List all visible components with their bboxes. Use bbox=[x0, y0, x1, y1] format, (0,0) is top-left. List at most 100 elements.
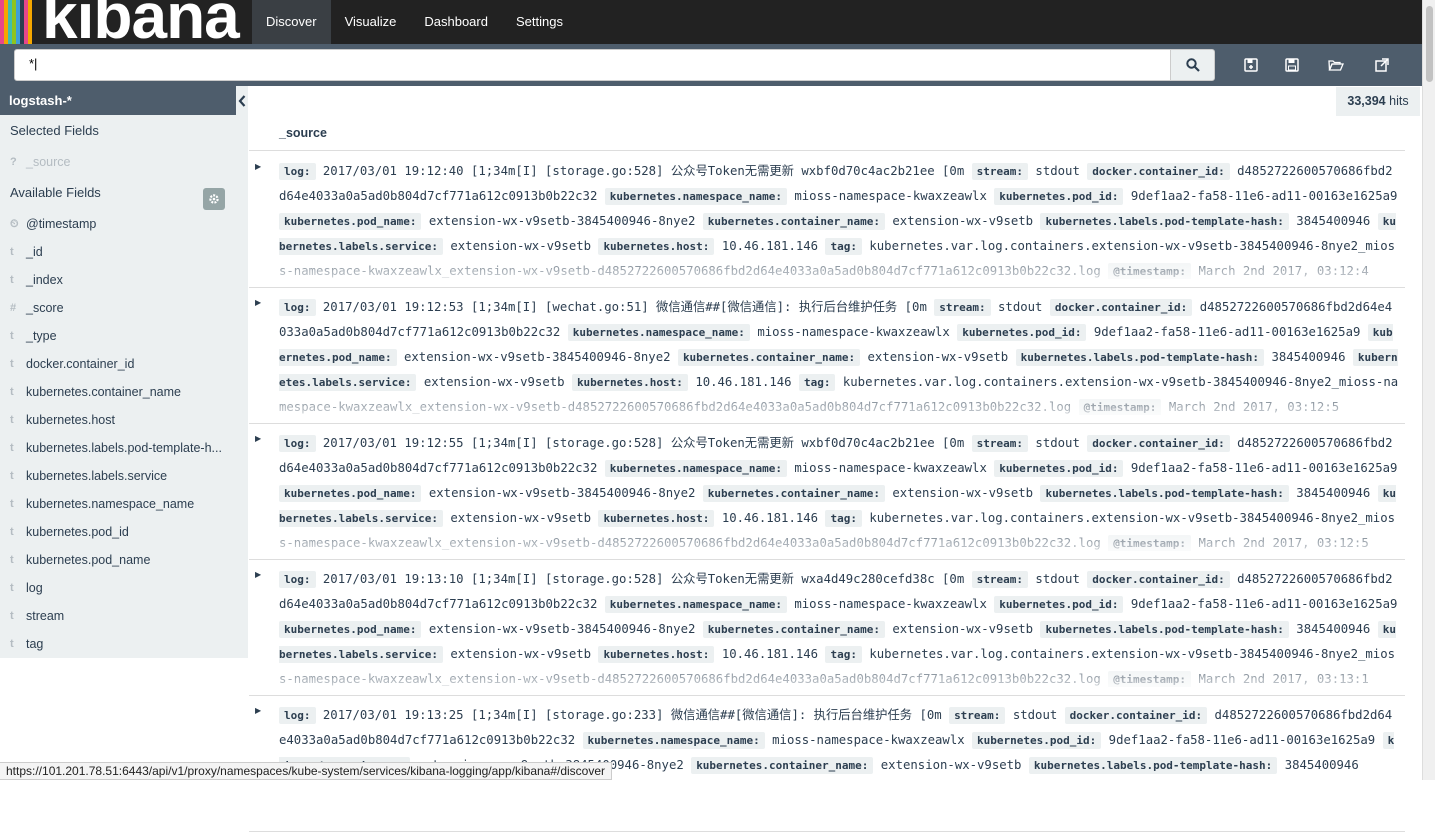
expand-row-icon[interactable]: ▶ bbox=[255, 570, 261, 579]
source-value: 3845400946 bbox=[1296, 214, 1371, 228]
field-type-icon: t bbox=[10, 610, 14, 622]
field-item[interactable]: t kubernetes.labels.service bbox=[10, 466, 167, 486]
tab-settings[interactable]: Settings bbox=[502, 0, 577, 44]
field-type-icon: t bbox=[10, 582, 14, 594]
source-key: log: bbox=[279, 571, 316, 588]
field-type-icon: t bbox=[10, 470, 14, 482]
source-key: docker.container_id: bbox=[1064, 707, 1208, 724]
tab-dashboard[interactable]: Dashboard bbox=[410, 0, 502, 44]
source-value: extension-wx-v9setb-3845400946-8nye2 bbox=[428, 214, 696, 228]
tab-discover[interactable]: Discover bbox=[252, 0, 331, 44]
search-bar: *| bbox=[0, 44, 1422, 86]
scrollbar-thumb[interactable] bbox=[1426, 6, 1433, 82]
source-key: docker.container_id: bbox=[1087, 163, 1230, 180]
save-search-icon bbox=[1285, 58, 1299, 72]
field-type-icon: t bbox=[10, 274, 14, 286]
share-button[interactable] bbox=[1373, 56, 1391, 74]
source-value: 9def1aa2-fa58-11e6-ad11-00163e1625a9 bbox=[1130, 461, 1398, 475]
field-item[interactable]: t stream bbox=[10, 606, 64, 626]
source-key: stream: bbox=[934, 299, 991, 316]
source-value: stdout bbox=[1035, 164, 1080, 178]
source-value: 10.46.181.146 bbox=[721, 511, 819, 525]
expand-row-icon[interactable]: ▶ bbox=[255, 298, 261, 307]
index-pattern-selector[interactable]: logstash-* bbox=[0, 86, 236, 115]
expand-row-icon[interactable]: ▶ bbox=[255, 434, 261, 443]
source-key: docker.container_id: bbox=[1087, 571, 1230, 588]
field-item[interactable]: t kubernetes.host bbox=[10, 410, 115, 430]
page-scrollbar[interactable] bbox=[1422, 0, 1435, 780]
field-name: kubernetes.pod_id bbox=[26, 525, 129, 539]
field-item[interactable]: t kubernetes.pod_name bbox=[10, 550, 150, 570]
search-input[interactable]: *| bbox=[14, 49, 1171, 81]
field-item[interactable]: t docker.container_id bbox=[10, 354, 134, 374]
source-key: tag: bbox=[825, 646, 862, 663]
field-type-icon: t bbox=[10, 386, 14, 398]
gear-icon bbox=[209, 194, 219, 204]
source-key: kubernetes.pod_id: bbox=[972, 732, 1102, 749]
field-name: docker.container_id bbox=[26, 357, 135, 371]
source-key: stream: bbox=[971, 163, 1029, 180]
field-item[interactable]: # _score bbox=[10, 298, 64, 318]
expand-row-icon[interactable]: ▶ bbox=[255, 162, 261, 171]
source-value: extension-wx-v9setb bbox=[450, 647, 592, 661]
source-value: 9def1aa2-fa58-11e6-ad11-00163e1625a9 bbox=[1130, 597, 1398, 611]
source-key: kubernetes.host: bbox=[598, 238, 715, 255]
source-key: kubernetes.container_name: bbox=[702, 621, 885, 638]
search-icon bbox=[1185, 58, 1200, 72]
source-key: tag: bbox=[798, 374, 836, 391]
logo-wordmark: kibana bbox=[42, 0, 240, 44]
source-value: mioss-namespace-kwaxzeawlx bbox=[794, 189, 987, 203]
field-item[interactable]: t _type bbox=[10, 326, 57, 346]
field-item[interactable]: t _index bbox=[10, 270, 63, 290]
field-name: tag bbox=[26, 637, 44, 651]
source-value: 2017/03/01 19:12:40 [1;34m[I] [storage.g… bbox=[322, 164, 965, 178]
source-key: kubernetes.pod_name: bbox=[279, 213, 422, 230]
field-item[interactable]: t kubernetes.container_name bbox=[10, 382, 181, 402]
field-item[interactable]: t tag bbox=[10, 634, 43, 654]
collapse-sidebar-button[interactable] bbox=[236, 86, 248, 115]
source-field[interactable]: ? _source bbox=[10, 152, 70, 172]
truncate-fade bbox=[249, 669, 1405, 695]
field-sidebar: logstash-* Selected Fields ? _source Ava… bbox=[0, 86, 248, 658]
save-search-button[interactable] bbox=[1283, 56, 1301, 74]
field-item[interactable]: ⏲ @timestamp bbox=[10, 214, 96, 234]
source-value: 2017/03/01 19:13:25 [1;34m[I] [storage.g… bbox=[322, 708, 942, 722]
field-item[interactable]: t _id bbox=[10, 242, 43, 262]
field-type-icon: t bbox=[10, 414, 14, 426]
field-type-icon: t bbox=[10, 330, 14, 342]
field-name: kubernetes.container_name bbox=[26, 385, 181, 399]
source-key: docker.container_id: bbox=[1087, 435, 1230, 452]
field-item[interactable]: t kubernetes.pod_id bbox=[10, 522, 129, 542]
field-item[interactable]: t kubernetes.namespace_name bbox=[10, 494, 194, 514]
source-value: extension-wx-v9setb-3845400946-8nye2 bbox=[428, 622, 696, 636]
truncate-fade bbox=[249, 261, 1405, 287]
source-value: 9def1aa2-fa58-11e6-ad11-00163e1625a9 bbox=[1108, 733, 1376, 747]
source-key: kubernetes.namespace_name: bbox=[582, 732, 765, 749]
source-value: mioss-namespace-kwaxzeawlx bbox=[757, 325, 950, 339]
field-type-icon: t bbox=[10, 442, 14, 454]
source-value: 9def1aa2-fa58-11e6-ad11-00163e1625a9 bbox=[1093, 325, 1361, 339]
top-navbar: kibana Discover Visualize Dashboard Sett… bbox=[0, 0, 1422, 44]
field-name: _index bbox=[26, 273, 63, 287]
field-item[interactable]: t kubernetes.labels.pod-template-h... bbox=[10, 438, 222, 458]
source-value: extension-wx-v9setb bbox=[880, 758, 1022, 772]
source-key: docker.container_id: bbox=[1049, 299, 1193, 316]
expand-row-icon[interactable]: ▶ bbox=[255, 706, 261, 715]
open-search-button[interactable] bbox=[1327, 56, 1345, 74]
field-name: kubernetes.labels.service bbox=[26, 469, 168, 483]
search-button[interactable] bbox=[1170, 49, 1215, 81]
source-key: kubernetes.pod_id: bbox=[994, 596, 1124, 613]
kibana-logo[interactable]: kibana bbox=[0, 0, 248, 44]
source-key: kubernetes.container_name: bbox=[691, 757, 874, 774]
field-name: kubernetes.pod_name bbox=[26, 553, 151, 567]
source-key: log: bbox=[279, 299, 316, 316]
source-key: kubernetes.host: bbox=[571, 374, 688, 391]
field-type-icon: t bbox=[10, 526, 14, 538]
field-name: _id bbox=[26, 245, 43, 259]
field-item[interactable]: t log bbox=[10, 578, 43, 598]
tab-visualize[interactable]: Visualize bbox=[331, 0, 411, 44]
new-search-button[interactable] bbox=[1242, 56, 1260, 74]
logo-stripe bbox=[28, 0, 32, 44]
field-settings-button[interactable] bbox=[203, 188, 225, 210]
open-search-icon bbox=[1328, 60, 1344, 71]
